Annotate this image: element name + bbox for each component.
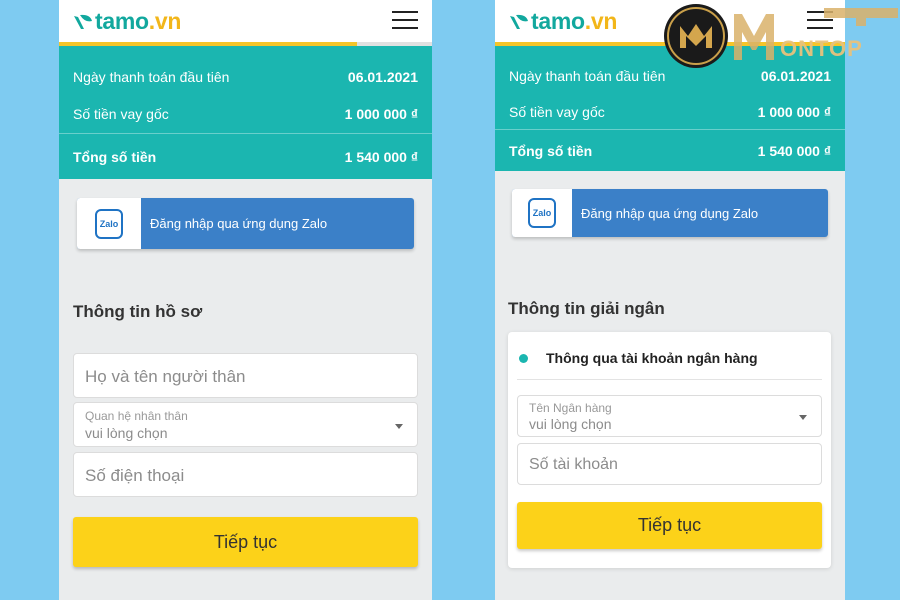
zalo-logo-box: Zalo — [512, 189, 572, 237]
app-header: tamo .vn — [495, 0, 845, 46]
option-label: Thông qua tài khoản ngân hàng — [546, 350, 758, 366]
form-progress-bar — [495, 42, 845, 46]
phone-screen-disbursement: tamo .vn Ngày thanh toán đầu tiên 06.01.2… — [495, 0, 845, 600]
zalo-login-button[interactable]: Zalo Đăng nhập qua ứng dụng Zalo — [77, 198, 414, 249]
continue-button[interactable]: Tiếp tục — [517, 502, 822, 549]
radio-selected-icon — [519, 353, 528, 363]
summary-value: 1 000 000 ₫ — [757, 104, 831, 120]
chevron-down-icon — [395, 424, 403, 429]
relationship-select[interactable]: Quan hệ nhân thân vui lòng chọn — [73, 402, 418, 447]
tamo-logo[interactable]: tamo .vn — [509, 8, 617, 35]
account-number-input[interactable]: Số tài khoản — [517, 443, 822, 485]
tamo-leaf-icon — [510, 14, 528, 29]
summary-label: Số tiền vay gốc — [509, 104, 605, 120]
select-label: Tên Ngân hàng — [529, 401, 612, 415]
summary-label: Tổng số tiền — [509, 142, 593, 159]
zalo-icon: Zalo — [95, 208, 123, 239]
zalo-login-label: Đăng nhập qua ứng dụng Zalo — [581, 205, 759, 221]
zalo-icon: Zalo — [528, 198, 556, 228]
brand-domain: .vn — [584, 8, 618, 34]
loan-summary: Ngày thanh toán đầu tiên 06.01.2021 Số t… — [495, 46, 845, 171]
summary-value: 1 540 000 ₫ — [757, 142, 831, 159]
select-value: vui lòng chọn — [85, 425, 168, 441]
menu-icon[interactable] — [807, 11, 833, 31]
zalo-login-label: Đăng nhập qua ứng dụng Zalo — [150, 216, 328, 231]
summary-label: Ngày thanh toán đầu tiên — [509, 68, 666, 84]
summary-label: Ngày thanh toán đầu tiên — [73, 69, 230, 85]
summary-row-total: Tổng số tiền 1 540 000 ₫ — [495, 129, 845, 171]
bank-name-select[interactable]: Tên Ngân hàng vui lòng chọn — [517, 395, 822, 437]
summary-row-first-payment: Ngày thanh toán đầu tiên 06.01.2021 — [59, 46, 432, 100]
phone-number-input[interactable]: Số điện thoại — [73, 452, 418, 497]
summary-row-total: Tổng số tiền 1 540 000 ₫ — [59, 133, 432, 179]
divider — [517, 379, 822, 380]
section-title: Thông tin hồ sơ — [73, 302, 203, 321]
summary-value: 06.01.2021 — [347, 69, 418, 85]
summary-label: Số tiền vay gốc — [73, 106, 169, 122]
zalo-logo-box: Zalo — [77, 198, 141, 249]
zalo-login-button[interactable]: Zalo Đăng nhập qua ứng dụng Zalo — [512, 189, 828, 237]
tamo-logo[interactable]: tamo .vn — [73, 8, 181, 35]
summary-value: 06.01.2021 — [760, 68, 831, 84]
loan-summary: Ngày thanh toán đầu tiên 06.01.2021 Số t… — [59, 46, 432, 179]
summary-value: 1 000 000 ₫ — [344, 106, 418, 122]
summary-value: 1 540 000 ₫ — [344, 148, 418, 165]
brand-name: tamo — [95, 8, 149, 34]
continue-button[interactable]: Tiếp tục — [73, 517, 418, 567]
menu-icon[interactable] — [392, 11, 418, 31]
select-label: Quan hệ nhân thân — [85, 409, 188, 423]
form-progress-bar — [59, 42, 357, 46]
summary-row-principal: Số tiền vay gốc 1 000 000 ₫ — [495, 98, 845, 126]
input-placeholder: Số điện thoại — [85, 466, 185, 485]
section-title: Thông tin giải ngân — [508, 299, 665, 318]
summary-row-principal: Số tiền vay gốc 1 000 000 ₫ — [59, 100, 432, 128]
disbursement-card: Thông qua tài khoản ngân hàng Tên Ngân h… — [508, 332, 831, 568]
input-placeholder: Số tài khoản — [529, 456, 618, 473]
input-placeholder: Họ và tên người thân — [85, 367, 246, 386]
relative-name-input[interactable]: Họ và tên người thân — [73, 353, 418, 398]
select-value: vui lòng chọn — [529, 416, 612, 432]
bank-account-option[interactable]: Thông qua tài khoản ngân hàng — [519, 350, 758, 366]
phone-screen-profile: tamo .vn Ngày thanh toán đầu tiên 06.01.2… — [59, 0, 432, 600]
chevron-down-icon — [799, 415, 807, 420]
tamo-leaf-icon — [74, 14, 92, 29]
summary-row-first-payment: Ngày thanh toán đầu tiên 06.01.2021 — [495, 46, 845, 98]
brand-domain: .vn — [148, 8, 182, 34]
brand-name: tamo — [531, 8, 585, 34]
app-header: tamo .vn — [59, 0, 432, 46]
summary-label: Tổng số tiền — [73, 148, 157, 165]
